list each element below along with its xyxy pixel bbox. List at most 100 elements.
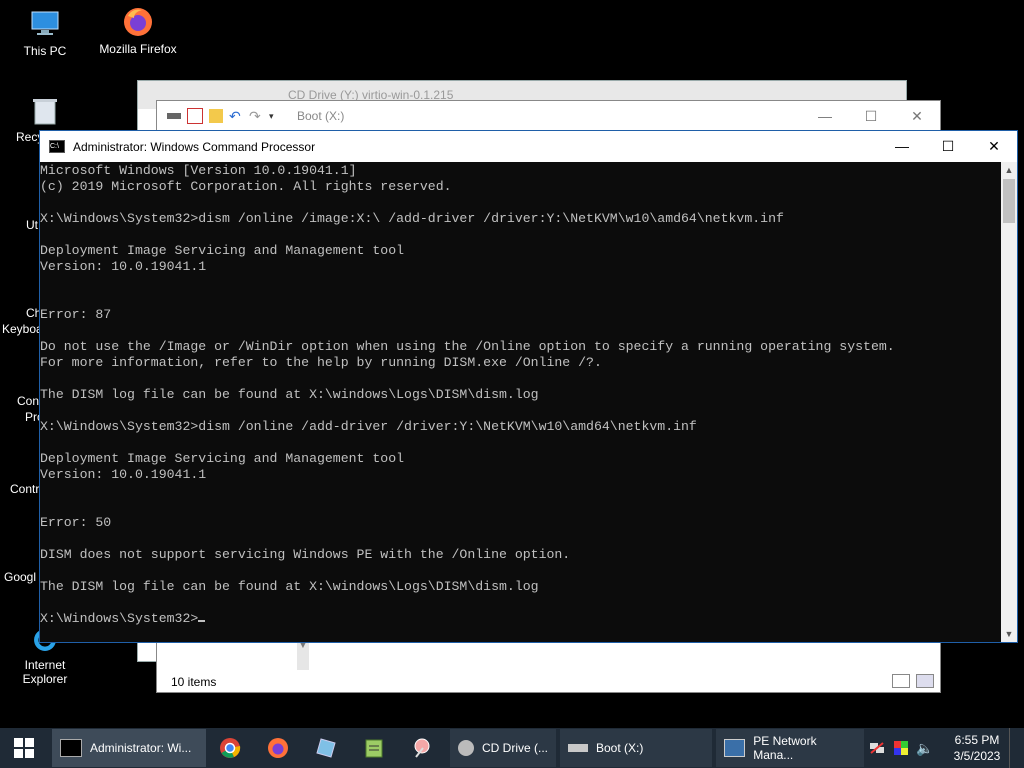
console-line: Version: 10.0.19041.1 bbox=[40, 259, 207, 274]
taskbar-item-cmd[interactable]: Administrator: Wi... bbox=[52, 729, 206, 767]
boot-window-title: Boot (X:) bbox=[297, 109, 345, 123]
console-output[interactable]: Microsoft Windows [Version 10.0.19041.1]… bbox=[40, 162, 1001, 642]
console-line: Version: 10.0.19041.1 bbox=[40, 467, 207, 482]
console-line: For more information, refer to the help … bbox=[40, 355, 602, 370]
taskbar: Administrator: Wi... CD Drive (... Boot … bbox=[0, 728, 1024, 768]
clock-date: 3/5/2023 bbox=[953, 749, 1001, 763]
desktop-icon-firefox[interactable]: Mozilla Firefox bbox=[94, 6, 182, 56]
maximize-button[interactable]: ☐ bbox=[848, 108, 894, 125]
taskbar-pin-firefox[interactable] bbox=[254, 728, 302, 768]
boot-window-titlebar[interactable]: ↶ ↷ ▾ Boot (X:) — ☐ ✕ bbox=[157, 101, 940, 131]
details-view-icon[interactable] bbox=[892, 674, 910, 688]
cmd-app-icon: C:\ bbox=[49, 140, 65, 153]
undo-icon[interactable]: ↶ bbox=[229, 109, 243, 123]
desktop-icon-this-pc[interactable]: This PC bbox=[1, 8, 89, 58]
console-line: (c) 2019 Microsoft Corporation. All righ… bbox=[40, 179, 452, 194]
large-icons-view-icon[interactable] bbox=[916, 674, 934, 688]
scroll-up-arrow[interactable]: ▲ bbox=[1001, 162, 1017, 178]
taskbar-item-cd-drive[interactable]: CD Drive (... bbox=[450, 729, 556, 767]
this-pc-label: This PC bbox=[23, 44, 67, 58]
display-tray-icon[interactable] bbox=[891, 739, 911, 757]
boot-window-controls: — ☐ ✕ bbox=[802, 108, 940, 125]
new-folder-icon[interactable] bbox=[209, 109, 223, 123]
taskbar-item-pe-network[interactable]: PE Network Mana... bbox=[716, 729, 864, 767]
windows-logo-icon bbox=[14, 738, 34, 758]
taskbar-pin-app[interactable] bbox=[302, 728, 350, 768]
clock-time: 6:55 PM bbox=[954, 733, 1000, 747]
desktop-label-contr: Contr bbox=[10, 482, 40, 496]
scroll-thumb[interactable] bbox=[1003, 179, 1015, 223]
chrome-icon bbox=[220, 738, 241, 758]
qat-dropdown-icon[interactable]: ▾ bbox=[269, 109, 283, 123]
start-button[interactable] bbox=[0, 728, 48, 768]
console-line: The DISM log file can be found at X:\win… bbox=[40, 387, 539, 402]
console-line: Deployment Image Servicing and Managemen… bbox=[40, 243, 405, 258]
scroll-down-arrow[interactable]: ▼ bbox=[1001, 626, 1017, 642]
redo-icon[interactable]: ↷ bbox=[249, 109, 263, 123]
console-line: Do not use the /Image or /WinDir option … bbox=[40, 339, 895, 354]
item-count-status: 10 items bbox=[171, 675, 217, 689]
system-tray: 🔈 6:55 PM 3/5/2023 bbox=[865, 728, 1024, 768]
pe-network-icon bbox=[724, 739, 746, 757]
cmd-taskbar-icon bbox=[60, 739, 82, 757]
notepad-icon bbox=[365, 739, 383, 758]
cmd-window-controls: — ☐ ✕ bbox=[879, 138, 1017, 155]
command-prompt-window[interactable]: C:\ Administrator: Windows Command Proce… bbox=[39, 130, 1018, 643]
drive-taskbar-icon bbox=[568, 744, 588, 752]
desktop-label-ut: Ut bbox=[26, 218, 38, 232]
cmd-maximize-button[interactable]: ☐ bbox=[925, 138, 971, 155]
desktop-label-con: Con bbox=[17, 394, 40, 408]
network-settings-icon bbox=[414, 738, 430, 758]
taskbar-item-cmd-label: Administrator: Wi... bbox=[90, 741, 192, 755]
console-line: X:\Windows\System32>dism /online /image:… bbox=[40, 211, 784, 226]
firefox-label: Mozilla Firefox bbox=[99, 42, 177, 56]
cmd-scrollbar[interactable]: ▲ ▼ bbox=[1001, 162, 1017, 642]
cmd-close-button[interactable]: ✕ bbox=[971, 138, 1017, 155]
cmd-titlebar[interactable]: C:\ Administrator: Windows Command Proce… bbox=[40, 131, 1017, 162]
cmd-window-title: Administrator: Windows Command Processor bbox=[73, 139, 316, 154]
network-tray-icon[interactable] bbox=[867, 739, 887, 757]
taskbar-pin-notepad[interactable] bbox=[350, 728, 398, 768]
recycle-bin-icon[interactable] bbox=[31, 96, 59, 126]
taskbar-pin-network[interactable] bbox=[398, 728, 446, 768]
computer-icon bbox=[31, 11, 59, 35]
taskbar-item-cd-drive-label: CD Drive (... bbox=[482, 741, 548, 755]
cd-drive-icon bbox=[458, 740, 474, 756]
close-button[interactable]: ✕ bbox=[894, 108, 940, 125]
console-line: Error: 50 bbox=[40, 515, 112, 530]
volume-tray-icon[interactable]: 🔈 bbox=[915, 739, 935, 757]
clock[interactable]: 6:55 PM 3/5/2023 bbox=[945, 732, 1009, 764]
console-line: Error: 87 bbox=[40, 307, 112, 322]
console-line: Microsoft Windows [Version 10.0.19041.1] bbox=[40, 163, 357, 178]
desktop-label-keyboa: Keyboa bbox=[2, 322, 43, 336]
taskbar-pin-chrome[interactable] bbox=[206, 728, 254, 768]
firefox-taskbar-icon bbox=[268, 738, 288, 758]
text-cursor bbox=[198, 620, 206, 622]
cmd-minimize-button[interactable]: — bbox=[879, 138, 925, 155]
taskbar-item-boot[interactable]: Boot (X:) bbox=[560, 729, 712, 767]
console-line: X:\Windows\System32>dism /online /add-dr… bbox=[40, 419, 697, 434]
console-line: Deployment Image Servicing and Managemen… bbox=[40, 451, 405, 466]
show-desktop-button[interactable] bbox=[1009, 728, 1024, 768]
taskbar-item-pe-network-label: PE Network Mana... bbox=[753, 734, 817, 762]
view-toggle bbox=[892, 674, 934, 688]
drive-icon bbox=[167, 113, 181, 119]
properties-icon[interactable] bbox=[187, 108, 203, 124]
firefox-icon bbox=[124, 8, 152, 36]
minimize-button[interactable]: — bbox=[802, 108, 848, 125]
internet-explorer-label: Internet Explorer bbox=[22, 658, 68, 686]
nav-pane-scroll-down[interactable]: ▼ bbox=[297, 640, 309, 670]
app-icon bbox=[316, 738, 336, 758]
console-prompt: X:\Windows\System32> bbox=[40, 611, 199, 626]
